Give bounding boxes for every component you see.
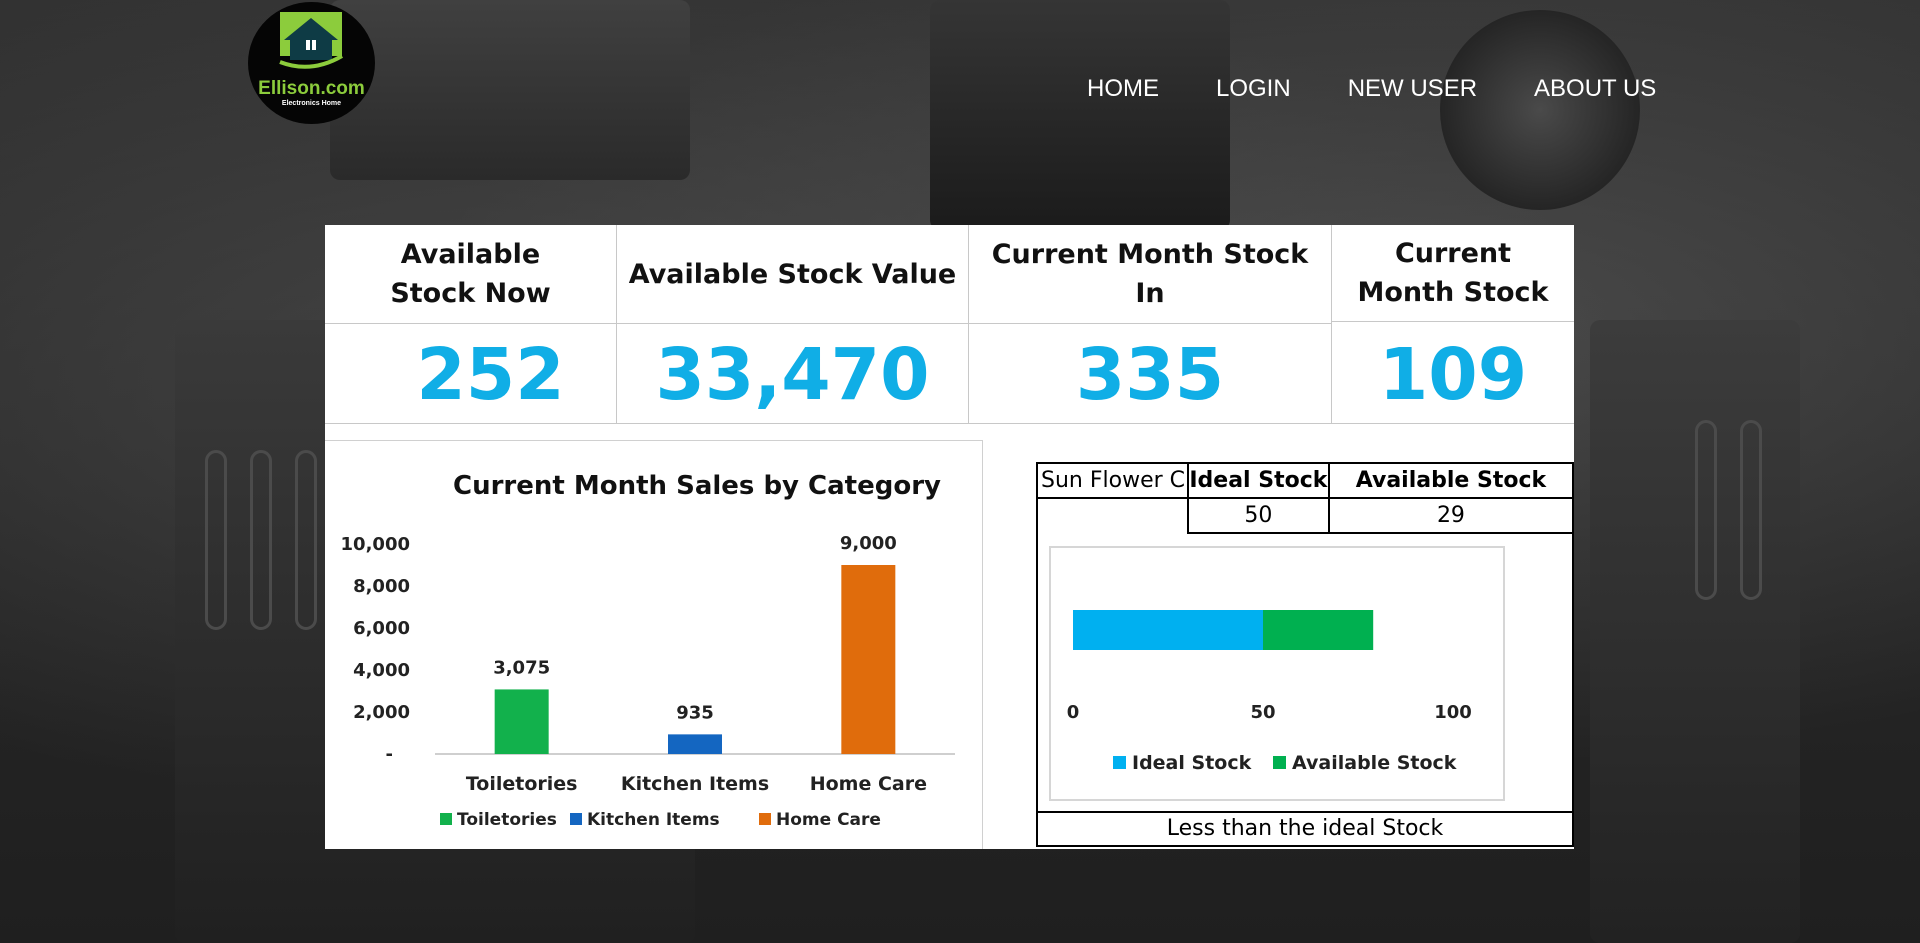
y-tick-label: 4,000 [353,660,410,681]
x-tick-label: 100 [1434,702,1472,723]
logo-name: Ellison.com [258,78,365,99]
bar-ideal-stock [1073,610,1263,650]
legend-label: Available Stock [1292,752,1457,774]
site-logo[interactable]: Ellison.com Electronics Home [248,2,375,124]
legend-swatch [1273,756,1286,769]
bar-available-stock [1263,610,1374,650]
y-tick-label: 6,000 [353,618,410,639]
legend-swatch [1113,756,1126,769]
legend-label: Toiletories [457,810,557,830]
blank-cell [1036,497,1189,533]
legend-label: Home Care [776,810,881,830]
coffee-machine-image [330,0,690,180]
available-stock-value: 29 [1327,497,1575,534]
legend-swatch [759,813,771,825]
y-tick-label: - [386,744,393,765]
bar-kitchen-items [668,734,722,754]
main-nav: HOME LOGIN NEW USER ABOUT US [1087,74,1656,104]
stock-comparison-chart: 0 50 100 Ideal Stock Available Stock [1049,546,1505,801]
kpi-current-month-stock: Current Month Stock 109 [1332,225,1574,424]
x-tick-label: Toiletories [466,773,578,795]
stock-chart-svg: 0 50 100 Ideal Stock Available Stock [1067,610,1472,774]
chart-title: Current Month Sales by Category [453,471,941,501]
data-label: 3,075 [493,657,550,678]
stock-status: Less than the ideal Stock [1036,811,1574,847]
kpi-title: Current Month Stock In [969,225,1331,324]
x-tick-label: Home Care [810,773,927,795]
kpi-value: 335 [1075,332,1225,416]
fridge-image [930,0,1230,230]
washer-slot [205,450,227,630]
legend-swatch [570,813,582,825]
nav-home[interactable]: HOME [1087,74,1159,104]
sales-by-category-chart: Current Month Sales by Category - 2,000 4,0… [325,440,983,849]
kpi-value: 33,470 [655,332,930,416]
dryer-image [1590,320,1800,943]
product-name: Sun Flower C [1036,462,1189,499]
kpi-value: 109 [1378,332,1528,416]
available-stock-header: Available Stock [1327,462,1575,499]
dryer-slot [1695,420,1717,600]
kpi-current-month-stock-in: Current Month Stock In 335 [969,225,1332,424]
y-tick-label: 8,000 [353,576,410,597]
legend-label: Ideal Stock [1132,752,1252,774]
x-tick-label: 0 [1067,702,1080,723]
kpi-title: Current Month Stock [1332,225,1574,322]
nav-new-user[interactable]: NEW USER [1348,74,1477,104]
legend-swatch [440,813,452,825]
kpi-available-stock-now: Available Stock Now 252 [325,225,617,424]
kpi-available-stock-value: Available Stock Value 33,470 [617,225,969,424]
kpi-title: Available Stock Now [325,225,616,324]
meat-grinder-image [1440,10,1640,210]
logo-tagline: Electronics Home [281,100,342,107]
bar-toiletories [494,689,549,754]
kpi-title: Available Stock Value [617,225,968,324]
x-tick-label: Kitchen Items [621,773,769,795]
sales-chart-svg: Current Month Sales by Category - 2,000 4,0… [341,471,955,830]
x-tick-label: 50 [1250,702,1275,723]
ideal-stock-value: 50 [1186,497,1330,534]
data-label: 935 [676,702,714,723]
stock-comparison-table: Sun Flower C Ideal Stock Available Stock… [1036,462,1575,534]
data-label: 9,000 [840,533,897,554]
legend-label: Kitchen Items [587,810,720,830]
washer-slot [295,450,317,630]
house-logo-icon [279,12,344,69]
dryer-slot [1740,420,1762,600]
stock-dashboard: Available Stock Now 252 Available Stock … [325,225,1575,849]
y-tick-label: 2,000 [353,702,410,723]
kpi-value: 252 [416,332,565,416]
ideal-stock-header: Ideal Stock [1186,462,1330,499]
nav-login[interactable]: LOGIN [1216,74,1291,104]
bar-home-care [841,565,896,754]
y-tick-label: 10,000 [341,534,410,555]
washer-slot [250,450,272,630]
nav-about-us[interactable]: ABOUT US [1534,74,1656,104]
